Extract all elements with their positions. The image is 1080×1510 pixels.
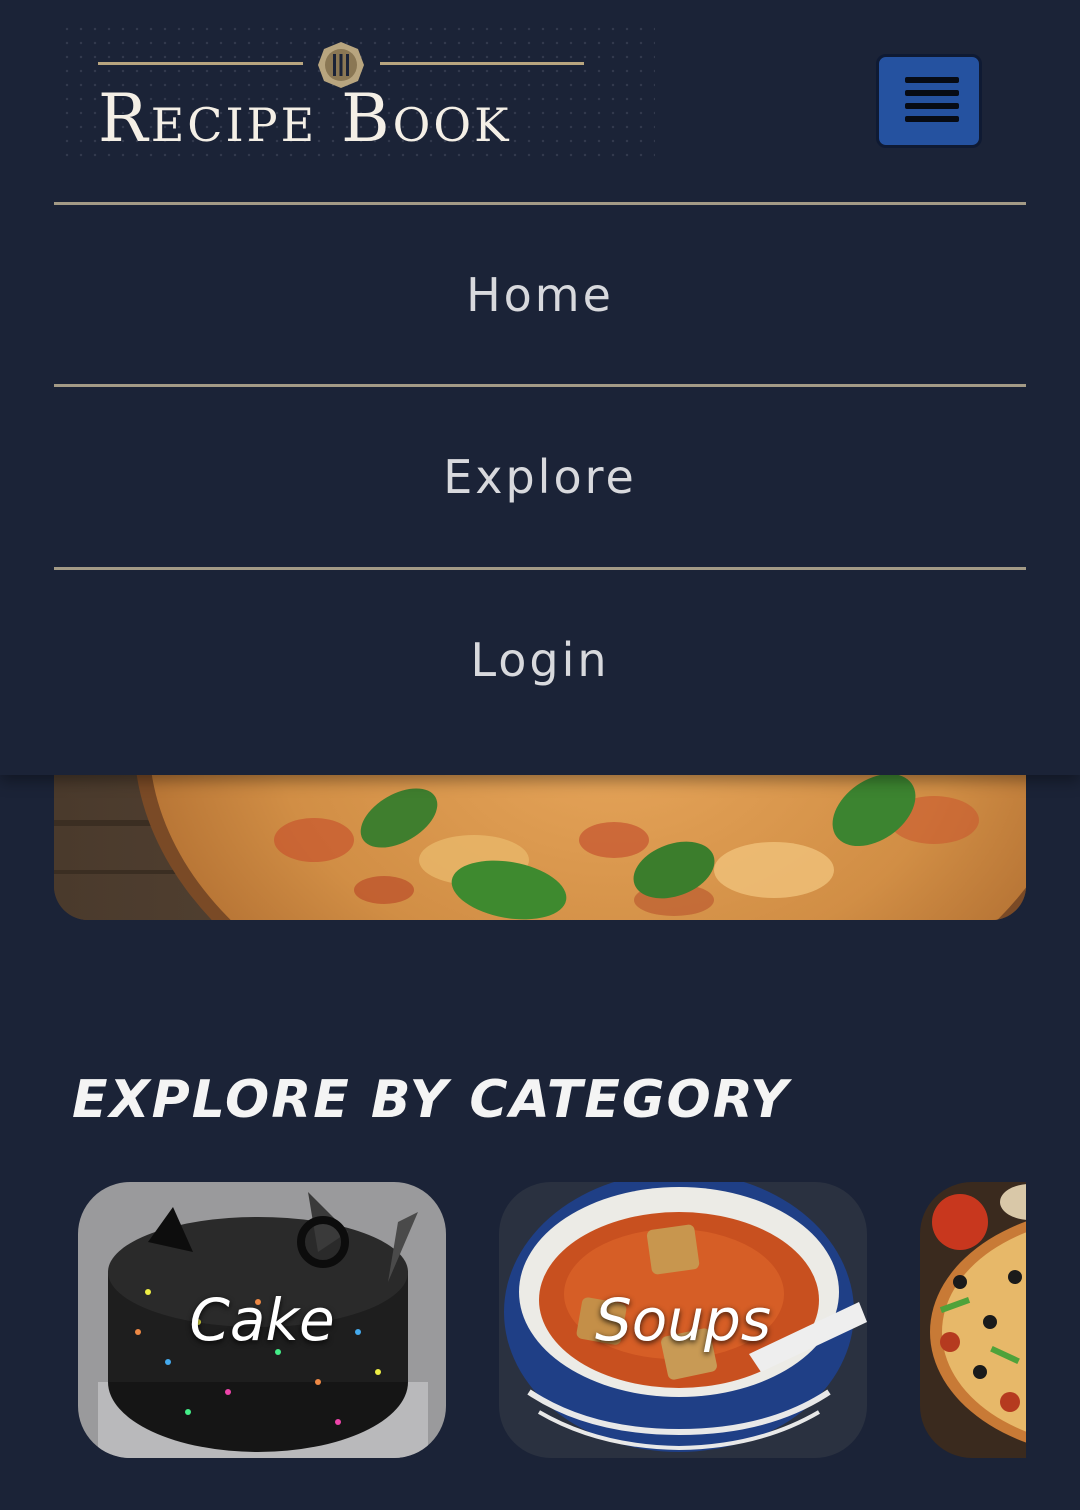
category-label <box>920 1182 1026 1458</box>
nav-item-login[interactable]: Login <box>54 585 1026 735</box>
logo-text: Recipe Book <box>98 80 512 157</box>
category-carousel[interactable]: Cake Soups <box>54 1182 1026 1460</box>
nav-divider <box>54 384 1026 387</box>
nav-divider <box>54 202 1026 205</box>
menu-toggle-button[interactable] <box>876 54 982 148</box>
site-logo[interactable]: Recipe Book <box>60 22 655 162</box>
logo-rule-right <box>380 62 584 65</box>
nav-item-explore[interactable]: Explore <box>54 402 1026 552</box>
category-card-cake[interactable]: Cake <box>78 1182 446 1458</box>
logo-rule-left <box>98 62 303 65</box>
category-label: Cake <box>189 1286 335 1354</box>
nav-item-home[interactable]: Home <box>54 220 1026 370</box>
section-title-categories: EXPLORE BY CATEGORY <box>72 1070 790 1130</box>
category-card-pizza[interactable] <box>920 1182 1026 1458</box>
category-card-soups[interactable]: Soups <box>499 1182 867 1458</box>
nav-divider <box>54 567 1026 570</box>
category-label: Soups <box>594 1286 772 1354</box>
site-header: Recipe Book Home Explore Login <box>0 0 1080 775</box>
